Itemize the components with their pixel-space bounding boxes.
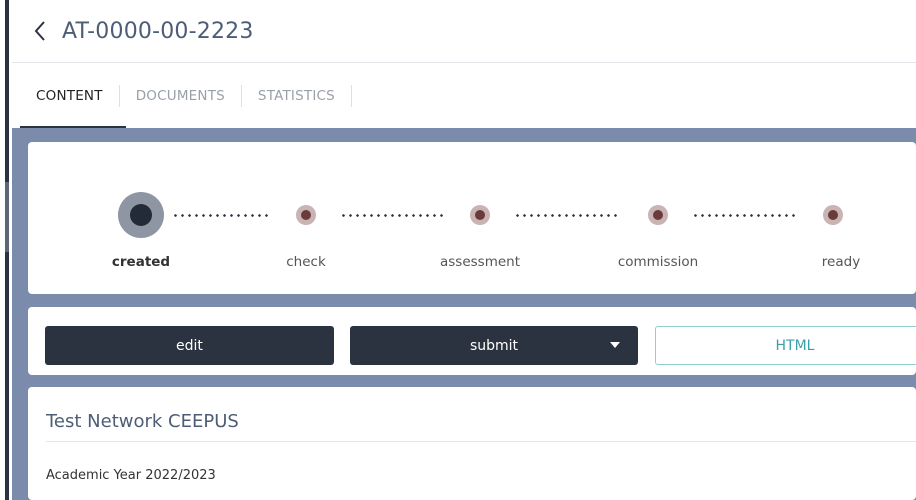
info-card: Test Network CEEPUS Academic Year 2022/2… xyxy=(28,387,916,500)
step-ready-icon xyxy=(823,205,843,225)
step-label-commission: commission xyxy=(617,254,699,270)
submit-button-label: submit xyxy=(469,337,519,354)
step-label-check: check xyxy=(286,254,326,270)
tab-documents[interactable]: DOCUMENTS xyxy=(120,84,242,107)
step-commission-icon xyxy=(648,205,668,225)
step-assessment-icon xyxy=(470,205,490,225)
left-sidebar-edge xyxy=(0,0,10,500)
tab-content[interactable]: CONTENT xyxy=(12,84,120,107)
tab-bar: CONTENT DOCUMENTS STATISTICS xyxy=(12,62,916,128)
chevron-left-icon[interactable] xyxy=(26,17,54,45)
actions-bar: edit submit HTML xyxy=(28,307,916,375)
step-connector xyxy=(340,214,444,217)
content-area: created check assessment commission read… xyxy=(12,128,916,500)
submit-button[interactable]: submit xyxy=(350,326,638,365)
network-title: Test Network CEEPUS xyxy=(46,411,239,432)
academic-year: Academic Year 2022/2023 xyxy=(46,468,216,483)
step-check-icon xyxy=(296,205,316,225)
step-connector xyxy=(172,214,272,217)
step-connector xyxy=(514,214,620,217)
step-label-created: created xyxy=(111,254,171,270)
page-title: AT-0000-00-2223 xyxy=(62,18,254,44)
step-created-icon xyxy=(118,192,164,238)
step-connector xyxy=(692,214,798,217)
sidebar-scroll-indicator xyxy=(5,182,9,252)
page-header: AT-0000-00-2223 xyxy=(12,0,916,62)
divider xyxy=(46,441,916,442)
caret-down-icon[interactable] xyxy=(610,342,620,348)
step-label-ready: ready xyxy=(821,254,861,270)
step-label-assessment: assessment xyxy=(439,254,521,270)
tab-statistics[interactable]: STATISTICS xyxy=(242,84,352,107)
edit-button[interactable]: edit xyxy=(45,326,334,365)
html-button[interactable]: HTML xyxy=(655,326,916,365)
status-stepper: created check assessment commission read… xyxy=(28,142,916,294)
